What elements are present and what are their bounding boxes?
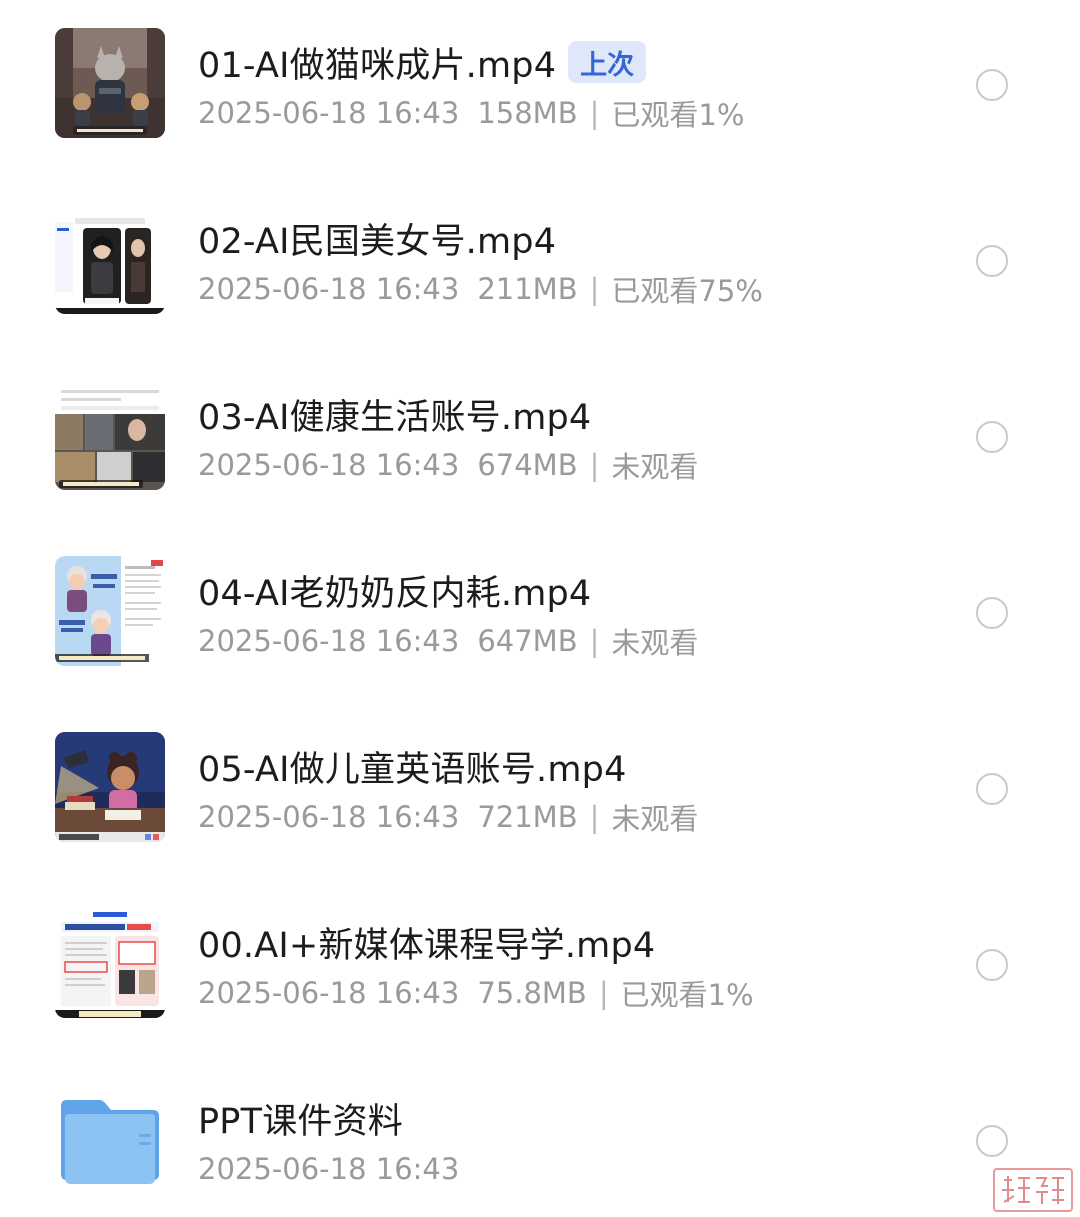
watch-status: 已观看1% bbox=[620, 978, 754, 1012]
republic-era-woman-thumbnail bbox=[55, 204, 165, 314]
file-size: 674MB bbox=[477, 448, 578, 482]
file-size: 647MB bbox=[477, 624, 578, 658]
meta-divider: | bbox=[589, 448, 600, 482]
file-name: 03-AI健康生活账号.mp4 bbox=[198, 397, 592, 438]
file-date: 2025-06-18 16:43 bbox=[198, 272, 460, 306]
file-list: 01-AI做猫咪成片.mp4 上次 2025-06-18 16:43 158MB… bbox=[0, 0, 1080, 1217]
select-radio[interactable] bbox=[976, 245, 1008, 277]
watermark-logo bbox=[993, 1168, 1073, 1212]
last-watched-badge: 上次 bbox=[568, 41, 647, 83]
file-date: 2025-06-18 16:43 bbox=[198, 96, 460, 130]
title-line: PPT课件资料 bbox=[198, 1092, 403, 1144]
select-radio[interactable] bbox=[976, 421, 1008, 453]
meta-divider: | bbox=[598, 976, 609, 1010]
file-name: 02-AI民国美女号.mp4 bbox=[198, 221, 557, 262]
healthy-life-collage-thumbnail bbox=[55, 380, 165, 490]
file-date: 2025-06-18 16:43 bbox=[198, 976, 460, 1010]
meta-divider: | bbox=[589, 96, 600, 130]
file-meta: 2025-06-18 16:43 721MB | 未观看 bbox=[198, 795, 698, 839]
file-row[interactable]: 05-AI做儿童英语账号.mp4 2025-06-18 16:43 721MB … bbox=[0, 704, 1080, 880]
watch-status: 已观看1% bbox=[611, 98, 745, 132]
folder-row[interactable]: PPT课件资料 2025-06-18 16:43 bbox=[0, 1056, 1080, 1217]
cat-video-thumbnail bbox=[55, 28, 165, 138]
meta-divider: | bbox=[589, 800, 600, 834]
file-date: 2025-06-18 16:43 bbox=[198, 800, 460, 834]
grandma-cartoon-thumbnail bbox=[55, 556, 165, 666]
folder-icon bbox=[55, 1084, 165, 1194]
file-meta: 2025-06-18 16:43 211MB | 已观看75% bbox=[198, 267, 763, 311]
file-row[interactable]: 02-AI民国美女号.mp4 2025-06-18 16:43 211MB | … bbox=[0, 176, 1080, 352]
meta-divider: | bbox=[589, 272, 600, 306]
select-radio[interactable] bbox=[976, 597, 1008, 629]
file-row[interactable]: 01-AI做猫咪成片.mp4 上次 2025-06-18 16:43 158MB… bbox=[0, 0, 1080, 176]
file-meta: 2025-06-18 16:43 75.8MB | 已观看1% bbox=[198, 971, 754, 1015]
file-date: 2025-06-18 16:43 bbox=[198, 1152, 460, 1186]
title-line: 04-AI老奶奶反内耗.mp4 bbox=[198, 564, 591, 616]
file-size: 75.8MB bbox=[477, 976, 587, 1010]
file-date: 2025-06-18 16:43 bbox=[198, 624, 460, 658]
file-name: 05-AI做儿童英语账号.mp4 bbox=[198, 749, 627, 790]
file-meta: 2025-06-18 16:43 bbox=[198, 1147, 459, 1191]
select-radio[interactable] bbox=[976, 1125, 1008, 1157]
select-radio[interactable] bbox=[976, 773, 1008, 805]
meta-divider: | bbox=[589, 624, 600, 658]
file-meta: 2025-06-18 16:43 674MB | 未观看 bbox=[198, 443, 698, 487]
file-size: 211MB bbox=[477, 272, 578, 306]
title-line: 01-AI做猫咪成片.mp4 上次 bbox=[198, 36, 647, 88]
select-radio[interactable] bbox=[976, 69, 1008, 101]
watch-status: 未观看 bbox=[611, 802, 699, 836]
folder-name: PPT课件资料 bbox=[198, 1101, 403, 1142]
file-name: 04-AI老奶奶反内耗.mp4 bbox=[198, 573, 592, 614]
title-line: 03-AI健康生活账号.mp4 bbox=[198, 388, 591, 440]
file-row[interactable]: 00.AI+新媒体课程导学.mp4 2025-06-18 16:43 75.8M… bbox=[0, 880, 1080, 1056]
select-radio[interactable] bbox=[976, 949, 1008, 981]
file-size: 721MB bbox=[477, 800, 578, 834]
course-intro-slide-thumbnail bbox=[55, 908, 165, 1018]
title-line: 02-AI民国美女号.mp4 bbox=[198, 212, 556, 264]
file-meta: 2025-06-18 16:43 647MB | 未观看 bbox=[198, 619, 698, 663]
child-studying-thumbnail bbox=[55, 732, 165, 842]
file-date: 2025-06-18 16:43 bbox=[198, 448, 460, 482]
title-line: 05-AI做儿童英语账号.mp4 bbox=[198, 740, 627, 792]
watch-status: 未观看 bbox=[611, 450, 699, 484]
file-name: 01-AI做猫咪成片.mp4 bbox=[198, 45, 557, 86]
file-row[interactable]: 04-AI老奶奶反内耗.mp4 2025-06-18 16:43 647MB |… bbox=[0, 528, 1080, 704]
watch-status: 已观看75% bbox=[611, 274, 763, 308]
file-row[interactable]: 03-AI健康生活账号.mp4 2025-06-18 16:43 674MB |… bbox=[0, 352, 1080, 528]
title-line: 00.AI+新媒体课程导学.mp4 bbox=[198, 916, 655, 968]
watch-status: 未观看 bbox=[611, 626, 699, 660]
file-meta: 2025-06-18 16:43 158MB | 已观看1% bbox=[198, 91, 744, 135]
file-name: 00.AI+新媒体课程导学.mp4 bbox=[198, 925, 656, 966]
file-size: 158MB bbox=[477, 96, 578, 130]
